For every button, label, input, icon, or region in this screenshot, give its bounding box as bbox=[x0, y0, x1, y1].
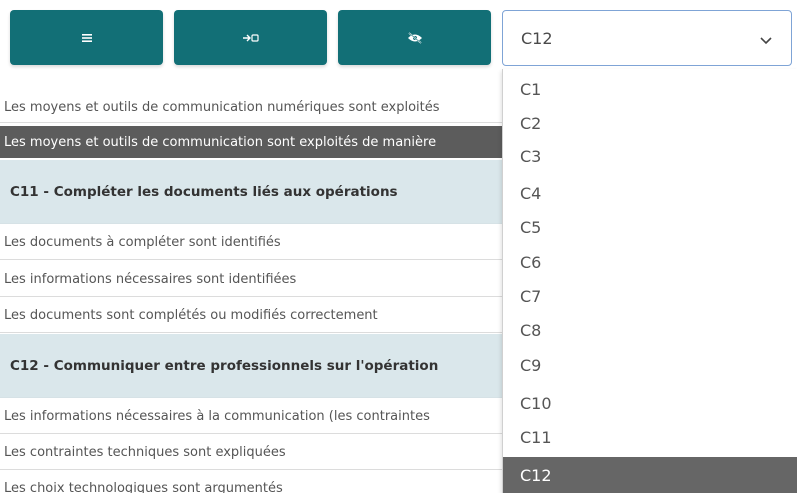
option-c4[interactable]: C4 bbox=[503, 177, 797, 210]
option-c12[interactable]: C12 bbox=[503, 457, 797, 493]
row-text: Les choix technologiques sont argumentés bbox=[4, 481, 283, 493]
option-c3[interactable]: C3 bbox=[503, 140, 797, 173]
table-row: Les informations nécessaires sont identi… bbox=[0, 262, 502, 297]
option-c5[interactable]: C5 bbox=[503, 211, 797, 244]
option-c7[interactable]: C7 bbox=[503, 280, 797, 313]
option-c1[interactable]: C1 bbox=[503, 73, 797, 106]
row-text: Les contraintes techniques sont expliqué… bbox=[4, 445, 286, 460]
chevron-down-icon bbox=[759, 31, 773, 50]
section-title: C12 - Communiquer entre professionnels s… bbox=[10, 357, 439, 374]
row-text: Les documents à compléter sont identifié… bbox=[4, 235, 281, 250]
option-c8[interactable]: C8 bbox=[503, 314, 797, 347]
option-c11[interactable]: C11 bbox=[503, 421, 797, 454]
option-c6[interactable]: C6 bbox=[503, 246, 797, 279]
table-row: Les documents sont complétés ou modifiés… bbox=[0, 299, 502, 333]
option-c10[interactable]: C10 bbox=[503, 387, 797, 420]
table-row: Les choix technologiques sont argumentés bbox=[0, 472, 502, 493]
section-header-c12: C12 - Communiquer entre professionnels s… bbox=[0, 334, 502, 398]
row-text: Les informations nécessaires à la commun… bbox=[4, 409, 430, 424]
row-text: Les moyens et outils de communication nu… bbox=[4, 99, 440, 115]
row-text: Les documents sont complétés ou modifiés… bbox=[4, 308, 378, 323]
table-row: Les documents à compléter sont identifié… bbox=[0, 226, 502, 260]
row-text: Les moyens et outils de communication so… bbox=[4, 134, 437, 150]
table-row: Les informations nécessaires à la commun… bbox=[0, 400, 502, 434]
table-row: Les moyens et outils de communication nu… bbox=[0, 92, 502, 123]
section-header-c11: C11 - Compléter les documents liés aux o… bbox=[0, 160, 502, 224]
competency-table: Les moyens et outils de communication nu… bbox=[0, 0, 502, 493]
section-title: C11 - Compléter les documents liés aux o… bbox=[10, 183, 398, 200]
competency-dropdown: C1 C2 C3 C4 C5 C6 C7 C8 C9 C10 C11 C12 bbox=[502, 69, 797, 493]
table-row-highlighted[interactable]: Les moyens et outils de communication so… bbox=[0, 126, 502, 158]
option-c9[interactable]: C9 bbox=[503, 349, 797, 382]
table-row: Les contraintes techniques sont expliqué… bbox=[0, 436, 502, 470]
select-value: C12 bbox=[521, 28, 553, 48]
competency-select[interactable]: C12 bbox=[502, 10, 792, 66]
option-c2[interactable]: C2 bbox=[503, 107, 797, 140]
row-text: Les informations nécessaires sont identi… bbox=[4, 271, 297, 287]
